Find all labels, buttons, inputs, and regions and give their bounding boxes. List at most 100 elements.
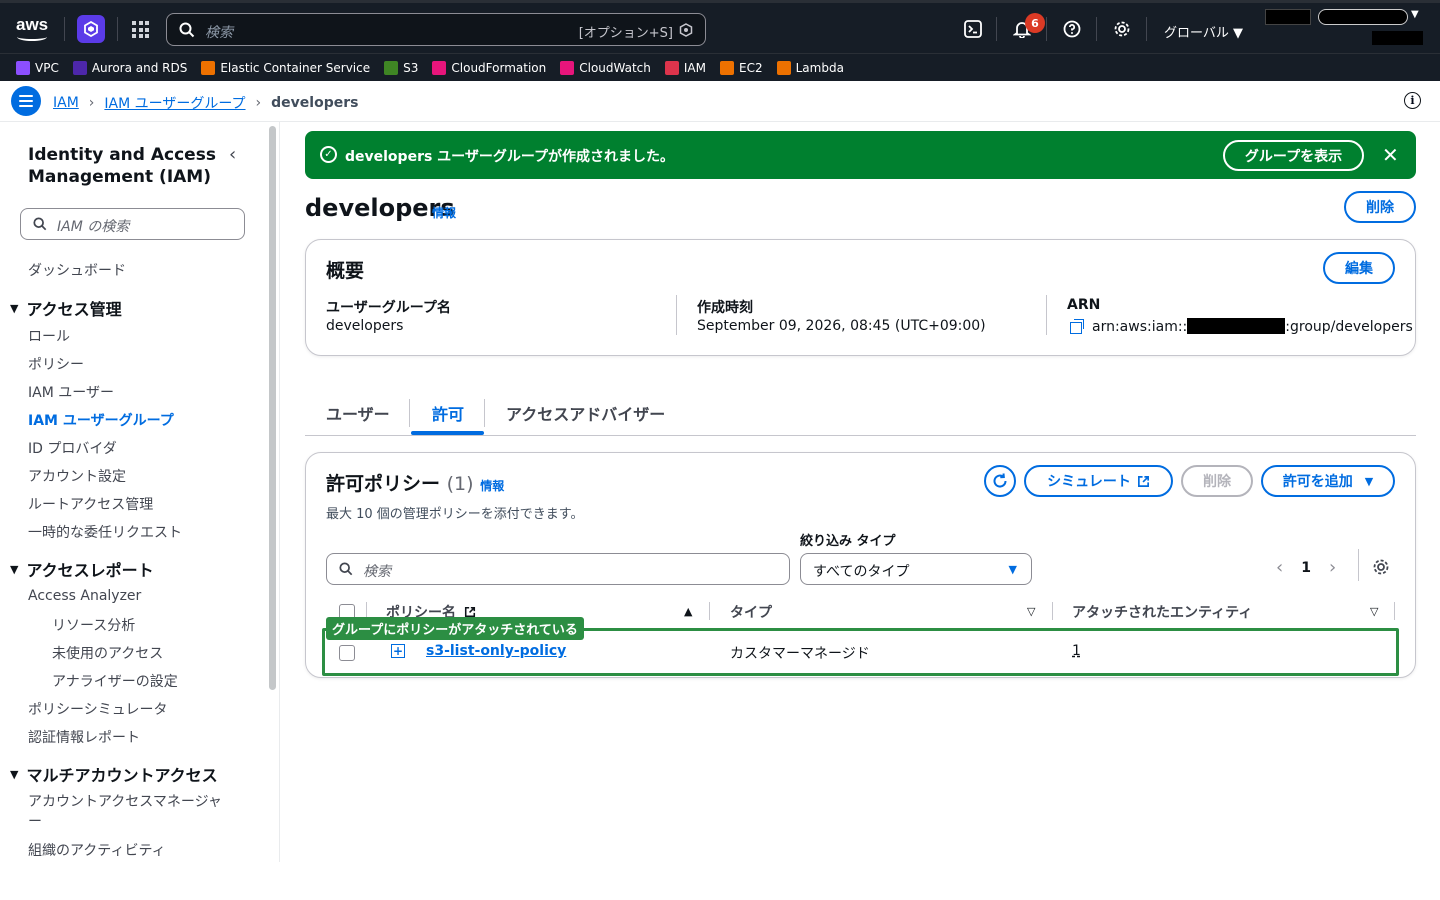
favorite-item[interactable]: CloudWatch <box>560 60 651 75</box>
account-menu[interactable] <box>1318 9 1408 25</box>
annotation-label: グループにポリシーがアタッチされている <box>326 617 584 640</box>
sort-ascending-icon[interactable]: ▲ <box>684 605 692 618</box>
gear-icon[interactable] <box>1372 558 1390 576</box>
sidebar-section-label: アクセス管理 <box>26 300 122 319</box>
favorite-item[interactable]: VPC <box>16 60 59 75</box>
page-number[interactable]: 1 <box>1301 560 1311 576</box>
sidebar-item-root-access[interactable]: ルートアクセス管理 <box>28 494 153 514</box>
sidebar-item-dashboard[interactable]: ダッシュボード <box>28 260 126 280</box>
sidebar-section-multi-account[interactable]: ▼ マルチアカウントアクセス <box>10 762 218 786</box>
edit-button[interactable]: 編集 <box>1323 252 1395 284</box>
favorite-item[interactable]: S3 <box>384 60 419 75</box>
tab-list: ユーザー 許可 アクセスアドバイザー <box>305 393 1416 436</box>
sidebar-section-reports[interactable]: ▼ アクセスレポート <box>10 557 154 581</box>
favorite-item[interactable]: EC2 <box>720 60 763 75</box>
tab-permissions[interactable]: 許可 <box>432 401 464 425</box>
close-icon[interactable]: ✕ <box>1382 143 1399 167</box>
sidebar-section-access[interactable]: ▼ アクセス管理 <box>10 296 122 320</box>
search-icon <box>339 562 353 576</box>
tab-access-advisor[interactable]: アクセスアドバイザー <box>506 401 665 425</box>
cloudshell-icon[interactable] <box>964 20 982 38</box>
region-selector[interactable]: グローバル ▼ <box>1164 22 1243 41</box>
sidebar-item-account-access-manager[interactable]: アカウントアクセスマネージャー <box>28 792 228 832</box>
favorite-item[interactable]: Elastic Container Service <box>201 60 370 75</box>
divider <box>484 399 485 427</box>
caret-down-icon: ▼ <box>10 767 19 781</box>
breadcrumb-user-groups[interactable]: IAM ユーザーグループ <box>104 93 245 113</box>
type-filter-value: すべてのタイプ <box>813 564 910 580</box>
sort-icon[interactable]: ▽ <box>1027 605 1035 618</box>
sort-icon[interactable]: ▽ <box>1370 605 1378 618</box>
favorite-item[interactable]: CloudFormation <box>432 60 546 75</box>
sidebar-item-credential-report[interactable]: 認証情報レポート <box>28 727 140 747</box>
sidebar-item-policy-simulator[interactable]: ポリシーシミュレータ <box>28 699 167 719</box>
policy-name-link[interactable]: s3-list-only-policy <box>426 643 566 659</box>
gear-icon[interactable] <box>1113 20 1131 38</box>
chevron-left-icon[interactable]: ‹ <box>229 144 236 165</box>
sidebar-item-delegation-requests[interactable]: 一時的な委任リクエスト <box>28 522 182 542</box>
service-icon <box>72 60 87 75</box>
column-header-attached-entities[interactable]: アタッチされたエンティティ <box>1072 602 1252 622</box>
expand-plus-icon[interactable]: + <box>391 644 405 658</box>
sidebar-item-policies[interactable]: ポリシー <box>28 354 84 374</box>
aws-logo-text: aws <box>16 15 49 34</box>
refresh-button[interactable] <box>984 465 1016 497</box>
column-header-type[interactable]: タイプ <box>730 602 772 622</box>
chevron-down-icon[interactable]: ▼ <box>1411 9 1419 20</box>
favorite-label: Aurora and RDS <box>91 60 188 75</box>
divider <box>1096 17 1097 41</box>
favorite-label: EC2 <box>739 60 763 75</box>
breadcrumb-iam[interactable]: IAM <box>53 95 79 111</box>
copy-icon[interactable] <box>1070 319 1084 334</box>
info-icon[interactable]: i <box>1404 92 1421 109</box>
search-shortcut: [オプション+S] <box>578 26 673 41</box>
global-search-input[interactable]: 検索 [オプション+S] <box>166 13 706 46</box>
app-cube-icon[interactable] <box>77 15 105 43</box>
divider <box>1052 602 1053 620</box>
chevron-left-icon[interactable]: ‹ <box>1276 557 1283 578</box>
attached-entities-count[interactable]: 1 <box>1072 643 1081 659</box>
hexagon-icon <box>679 23 693 37</box>
delete-policy-button[interactable]: 削除 <box>1181 465 1253 497</box>
sidebar-item-roles[interactable]: ロール <box>28 326 70 346</box>
favorite-item[interactable]: Aurora and RDS <box>72 60 188 75</box>
policy-search-input[interactable]: 検索 <box>326 553 790 585</box>
help-icon[interactable] <box>1063 20 1081 38</box>
services-grid-icon[interactable] <box>132 21 149 38</box>
add-permissions-label: 許可を追加 <box>1282 474 1353 490</box>
hamburger-menu-button[interactable] <box>11 86 41 116</box>
tab-users[interactable]: ユーザー <box>326 401 390 425</box>
divider <box>409 399 410 427</box>
sidebar-item-account-settings[interactable]: アカウント設定 <box>28 466 126 486</box>
divider <box>1146 17 1147 41</box>
sidebar-scrollbar[interactable] <box>269 126 276 690</box>
favorite-item[interactable]: IAM <box>664 60 706 75</box>
sidebar-item-users[interactable]: IAM ユーザー <box>28 382 114 402</box>
sidebar-item-identity-providers[interactable]: ID プロバイダ <box>28 438 117 458</box>
arn-prefix: arn:aws:iam:: <box>1092 319 1188 335</box>
favorites-bar: VPC Aurora and RDS Elastic Container Servi… <box>0 53 1440 81</box>
permissions-info-link[interactable]: 情報 <box>480 479 504 493</box>
chevron-right-icon[interactable]: › <box>1329 557 1336 578</box>
row-checkbox[interactable] <box>339 645 355 661</box>
sidebar-search-input[interactable]: IAM の検索 <box>20 208 245 240</box>
divider <box>709 602 710 620</box>
simulate-button[interactable]: シミュレート <box>1024 465 1173 497</box>
add-permissions-button[interactable]: 許可を追加 ▼ <box>1261 465 1395 497</box>
sidebar-item-org-activity[interactable]: 組織のアクティビティ <box>28 840 166 860</box>
sidebar-item-unused-access[interactable]: 未使用のアクセス <box>52 643 163 663</box>
sidebar-item-user-groups[interactable]: IAM ユーザーグループ <box>28 410 174 430</box>
title-info-link[interactable]: 情報 <box>432 204 456 221</box>
sidebar-item-analyzer-settings[interactable]: アナライザーの設定 <box>52 671 178 691</box>
sidebar-item-access-analyzer[interactable]: Access Analyzer <box>28 588 141 604</box>
view-group-button[interactable]: グループを表示 <box>1223 140 1364 171</box>
favorite-label: VPC <box>35 60 59 75</box>
aws-logo[interactable]: aws <box>16 15 50 41</box>
favorite-label: S3 <box>403 60 419 75</box>
service-icon <box>16 60 30 75</box>
check-circle-icon: ✓ <box>320 146 337 163</box>
type-filter-select[interactable]: すべてのタイプ ▼ <box>800 553 1032 585</box>
delete-group-button[interactable]: 削除 <box>1344 191 1416 223</box>
sidebar-item-resource-analysis[interactable]: リソース分析 <box>52 615 135 635</box>
favorite-item[interactable]: Lambda <box>776 60 844 75</box>
